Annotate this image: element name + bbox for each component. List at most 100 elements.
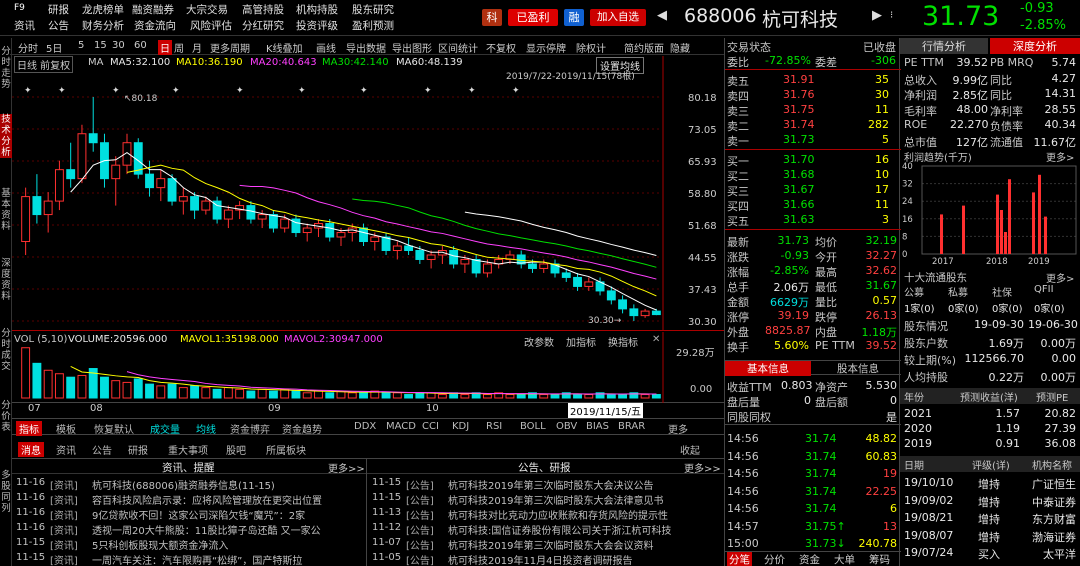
add-watchlist-button[interactable]: 加入自选 (590, 9, 646, 26)
indicator-tab[interactable]: BOLL (520, 421, 546, 432)
toolbar-item[interactable]: K线叠加 (266, 40, 303, 55)
news-headline[interactable]: 透视一周20大牛熊股：11股比獐子岛还酷 又一家公 (92, 522, 321, 537)
tick-tab[interactable]: 大单 (832, 552, 857, 566)
rong-button[interactable]: 融 (564, 9, 584, 26)
top-menu-item[interactable]: 资讯 (14, 18, 35, 33)
top-menu-item[interactable]: 研报 (48, 2, 69, 17)
toolbar-item[interactable]: 除权计 (576, 40, 606, 55)
indicator-tab[interactable]: 恢复默认 (94, 421, 134, 436)
toolbar-item[interactable]: 更多周期 (210, 40, 250, 55)
toolbar-item[interactable]: 导出数据 (346, 40, 386, 55)
top-menu-item[interactable]: 投资评级 (296, 18, 338, 33)
indicator-tab[interactable]: MACD (386, 421, 416, 432)
side-tab[interactable]: 技术分析 (0, 114, 12, 158)
holders-col[interactable]: 私募 (948, 284, 968, 299)
toolbar-item[interactable]: 导出图形 (392, 40, 432, 55)
news-tab[interactable]: 所属板块 (266, 442, 306, 457)
top-menu-item[interactable]: 公告 (48, 18, 69, 33)
news-left-more[interactable]: 更多>> (328, 460, 365, 475)
toolbar-item[interactable]: 不复权 (486, 40, 516, 55)
share-info-tab[interactable]: 股本信息 (815, 361, 901, 376)
toolbar-item[interactable]: 画线 (316, 40, 336, 55)
holders-col[interactable]: 公募 (904, 284, 924, 299)
top-menu-item[interactable]: 大宗交易 (186, 2, 228, 17)
collapse-button[interactable]: 收起 (680, 442, 700, 457)
toolbar-item[interactable]: 15 (94, 40, 107, 51)
indicator-tab[interactable]: 指标 (16, 421, 42, 436)
menu-dots-icon[interactable]: ⁝ (890, 10, 893, 21)
news-headline[interactable]: 5只科创板股现大额资金净流入 (92, 537, 228, 552)
volume-canvas[interactable] (12, 332, 724, 403)
news-headline[interactable]: 杭可科技2019年第三次临时股东大会决议公告 (448, 477, 653, 492)
holders-col[interactable]: 社保 (992, 284, 1012, 299)
news-headline[interactable]: 杭可科技2019年第三次临时股东大会法律意见书 (448, 492, 663, 507)
indicator-tab[interactable]: RSI (486, 421, 502, 432)
tick-tab[interactable]: 分价 (762, 552, 787, 566)
indicator-tab[interactable]: 资金趋势 (282, 421, 322, 436)
top-menu-item[interactable]: 龙虎榜单 (82, 2, 124, 17)
news-headline[interactable]: 9亿贷款收不回！这家公司深陷欠钱“魔咒”：2家 (92, 507, 305, 522)
top-menu-item[interactable]: 资金流向 (134, 18, 176, 33)
toolbar-item[interactable]: 周 (174, 40, 184, 55)
news-headline[interactable]: 杭可科技:国信证券股份有限公司关于浙江杭可科技 (448, 522, 671, 537)
indicator-tab[interactable]: OBV (556, 421, 577, 432)
news-headline[interactable]: 一周汽车关注：汽车限购再“松绑”，国产特斯拉 (92, 552, 302, 566)
tick-tab[interactable]: 筹码 (867, 552, 892, 566)
top-menu-item[interactable]: 融资融券 (132, 2, 174, 17)
profit-button[interactable]: 已盈利 (508, 9, 558, 26)
news-tab[interactable]: 消息 (18, 442, 44, 457)
indicator-tab[interactable]: KDJ (452, 421, 469, 432)
indicator-tab[interactable]: BIAS (586, 421, 609, 432)
toolbar-item[interactable]: 区间统计 (438, 40, 478, 55)
toolbar-item[interactable]: 显示停牌 (526, 40, 566, 55)
side-tab[interactable]: 基本资料 (0, 188, 12, 232)
top-menu-item[interactable]: 财务分析 (82, 18, 124, 33)
side-tab[interactable]: 分价表 (0, 400, 12, 433)
top-menu-item[interactable]: 盈利预测 (352, 18, 394, 33)
toolbar-item[interactable]: 60 (134, 40, 147, 51)
toolbar-item[interactable]: 简约版面 (624, 40, 664, 55)
news-headline[interactable]: 杭可科技2019年第三次临时股东大会会议资料 (448, 537, 653, 552)
indicator-tab[interactable]: DDX (354, 421, 376, 432)
basic-info-tab[interactable]: 基本信息 (725, 361, 811, 376)
indicator-tab[interactable]: 资金博弈 (230, 421, 270, 436)
top-menu-item[interactable]: 机构持股 (296, 2, 338, 17)
indicator-tab[interactable]: 成交量 (150, 421, 180, 436)
news-headline[interactable]: 杭可科技(688006)融资融券信息(11-15) (92, 477, 275, 492)
side-tab[interactable]: 深度资料 (0, 258, 12, 302)
toolbar-item[interactable]: 分时 (18, 40, 38, 55)
news-right-more[interactable]: 更多>> (684, 460, 721, 475)
ke-button[interactable]: 科 (482, 9, 502, 26)
news-tab[interactable]: 研报 (128, 442, 148, 457)
toolbar-item[interactable]: 30 (112, 40, 125, 51)
top-menu-item[interactable]: 分红研究 (242, 18, 284, 33)
tick-tab[interactable]: 分笔 (727, 552, 752, 566)
indicator-tab[interactable]: BRAR (618, 421, 645, 432)
market-analysis-tab[interactable]: 行情分析 (900, 38, 988, 54)
toolbar-item[interactable]: 月 (192, 40, 202, 55)
news-headline[interactable]: 杭可科技2019年11月4日投资者调研报告 (448, 552, 633, 566)
toolbar-item[interactable]: 日 (158, 40, 172, 55)
indicator-tab[interactable]: 模板 (56, 421, 76, 436)
news-tab[interactable]: 公告 (92, 442, 112, 457)
top-menu-item[interactable]: 高管持股 (242, 2, 284, 17)
side-tab[interactable]: 多股同列 (0, 470, 12, 514)
news-tab[interactable]: 资讯 (56, 442, 76, 457)
indicator-tab[interactable]: 均线 (196, 421, 216, 436)
toolbar-item[interactable]: 5日 (46, 40, 62, 55)
news-headline[interactable]: 容百科技风险启示录：应将风险管理放在更突出位置 (92, 492, 322, 507)
tick-tab[interactable]: 资金 (797, 552, 822, 566)
kline-canvas[interactable]: ✦ ✦ ✦ ✦ ✦ ✦ ✦ ✦ ✦ ✦ 80.18 73.05 65.93 58.80 51.68 44.55… (12, 56, 724, 331)
next-stock-icon[interactable]: ▶ (872, 8, 882, 23)
prev-stock-icon[interactable]: ◀ (657, 8, 667, 23)
holders-col[interactable]: QFII (1034, 284, 1054, 295)
news-tab[interactable]: 重大事项 (168, 442, 208, 457)
news-tab[interactable]: 股吧 (226, 442, 246, 457)
toolbar-item[interactable]: 5 (78, 40, 84, 51)
news-headline[interactable]: 杭可科技对比克动力应收账款和存货风险的提示性 (448, 507, 668, 522)
top-menu-item[interactable]: 股东研究 (352, 2, 394, 17)
deep-analysis-tab[interactable]: 深度分析 (990, 38, 1080, 54)
indicator-tab[interactable]: 更多 (668, 421, 688, 436)
toolbar-item[interactable]: 隐藏 (670, 40, 690, 55)
top-menu-item[interactable]: 风险评估 (190, 18, 232, 33)
